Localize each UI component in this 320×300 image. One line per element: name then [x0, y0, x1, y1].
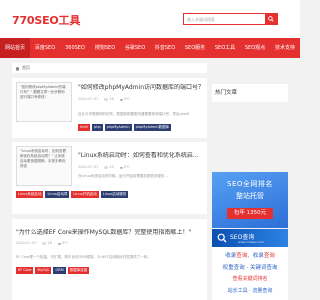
breadcrumb: 首页 [12, 63, 207, 73]
thumb-icon [120, 98, 123, 101]
article-views: 26 [42, 241, 52, 245]
article-meta: 2024-07-07 25 0℃ [78, 165, 203, 169]
tag-link[interactable]: 数据库连接 [67, 267, 90, 274]
nav-item-seo-service[interactable]: SEO服务 [180, 38, 210, 58]
article-card: "如何修改phpMyAdmin的端口号？" 跟着文章一步步教你进行端口号修改！ … [12, 78, 207, 138]
ad-line-weight: 权重查询 · 关键词查询 [222, 265, 278, 271]
article-thumbnail[interactable]: "如何修改phpMyAdmin的端口号？" 跟着文章一步步教你进行端口号修改！ [16, 82, 72, 122]
home-icon [15, 66, 20, 70]
ad-subheadline: 整站托管 [236, 192, 264, 200]
header: 770SEO工具 [0, 0, 300, 38]
article-excerpt: EF Core是一个轻量、可扩展、跨平台的ORM框架，为.NET应用程序开发提供… [16, 255, 151, 259]
article-meta: 2024-07-07 26 0℃ [78, 97, 203, 101]
article-excerpt: 百业与华联服饰的初托，数据库配置服务器需要修改端口号，导出phpM [78, 112, 190, 116]
article-thumbnail[interactable]: "Linux系统启动时，如何查看和优化系统启动项？" 让系统启动更快更顺畅，手把… [16, 146, 72, 186]
article-tags: EF Core MySQL ORM 数据库连接 [16, 267, 90, 274]
nav-item-sogou-seo[interactable]: 搜狗SEO [90, 38, 120, 58]
site-logo[interactable]: 770SEO工具 [12, 12, 80, 28]
article-tags: Linux系统启动 Linux启动项 Linux开机启动 Linux启动服务 [16, 191, 129, 198]
article-likes: 0℃ [120, 165, 130, 169]
article-tags: html php phpMyAdmin phpMyAdmin数据库 [78, 124, 171, 131]
ad-line-tools: 站长工具 · 流量查询 [227, 288, 273, 294]
article-views: 26 [104, 97, 114, 101]
ad-price-badge: 包年 1350元 [227, 208, 273, 219]
article-likes: 0℃ [120, 97, 130, 101]
search-input[interactable] [184, 14, 266, 24]
ad-line-ranking: 查看关键词排名 [232, 276, 268, 282]
article-card: "为什么选择EF Core来操作MySQL数据库？完整使用指南献上！" 2024… [12, 219, 207, 300]
nav-item-360-seo[interactable]: 360SEO [60, 38, 90, 58]
article-meta: 2024-07-07 26 0℃ [16, 241, 141, 245]
article-date: 2024-07-07 [78, 97, 99, 101]
seo-query-ad[interactable]: SEO查询 www.114seo.com 收录查询、收录查询 权重查询 · 关键… [212, 229, 288, 300]
nav-item-baidu-seo[interactable]: 百度SEO [30, 38, 60, 58]
tag-link[interactable]: Linux开机启动 [71, 191, 99, 198]
nav-item-seo-tools[interactable]: SEO工具 [210, 38, 240, 58]
nav-item-google-seo[interactable]: 谷歌SEO [120, 38, 150, 58]
ad-headline: SEO全网排名 [227, 180, 273, 188]
article-date: 2024-07-07 [78, 165, 99, 169]
article-title[interactable]: "如何修改phpMyAdmin访问数据库的端口号？" [78, 84, 203, 91]
article-title[interactable]: "为什么选择EF Core来操作MySQL数据库？完整使用指南献上！" [16, 229, 203, 236]
tag-link[interactable]: phpMyAdmin数据库 [133, 124, 171, 131]
tag-link[interactable]: Linux系统启动 [16, 191, 44, 198]
tag-link[interactable]: MySQL [35, 267, 52, 274]
search-icon [268, 16, 274, 22]
tag-link[interactable]: Linux启动项 [45, 191, 70, 198]
article-date: 2024-07-07 [16, 241, 37, 245]
thumb-icon [58, 242, 61, 245]
eye-icon [104, 97, 109, 101]
article-title[interactable]: "Linux系统启动时：如何查看和优化系统启... [78, 152, 203, 159]
ad-line-index: 收录查询、收录查询 [225, 253, 275, 259]
tag-link[interactable]: ORM [53, 267, 66, 274]
tag-link[interactable]: EF Core [16, 267, 34, 274]
thumb-icon [120, 166, 123, 169]
search-button[interactable] [265, 14, 277, 24]
ad-banner: SEO查询 www.114seo.com [212, 229, 288, 247]
magnifier-logo-icon [217, 233, 227, 243]
main-nav: 网站首页 百度SEO 360SEO 搜狗SEO 谷歌SEO 抖音SEO SEO服… [0, 38, 300, 58]
article-excerpt: 在Linux系统启动的时候，运行开始前需要加载很多服务... [78, 174, 168, 178]
article-likes: 0℃ [58, 241, 68, 245]
nav-item-home[interactable]: 网站首页 [0, 38, 30, 58]
eye-icon [104, 165, 109, 169]
tag-link[interactable]: phpMyAdmin [104, 124, 132, 131]
nav-item-douyin-seo[interactable]: 抖音SEO [150, 38, 180, 58]
tag-link[interactable]: html [78, 124, 90, 131]
eye-icon [42, 241, 47, 245]
seo-hosting-ad[interactable]: SEO全网排名 整站托管 包年 1350元 [212, 172, 288, 228]
tag-link[interactable]: php [91, 124, 103, 131]
hot-articles-heading: 热门文章 [212, 84, 288, 102]
article-card: "Linux系统启动时，如何查看和优化系统启动项？" 让系统启动更快更顺畅，手把… [12, 142, 207, 214]
nav-item-tech-support[interactable]: 技术支持 [270, 38, 300, 58]
tag-link[interactable]: Linux启动服务 [100, 191, 129, 198]
search-box [183, 13, 278, 25]
article-views: 25 [104, 165, 114, 169]
nav-item-seo-views[interactable]: SEO观点 [240, 38, 270, 58]
ad-banner-url: www.114seo.com [238, 240, 265, 244]
breadcrumb-home-link[interactable]: 首页 [22, 63, 30, 73]
